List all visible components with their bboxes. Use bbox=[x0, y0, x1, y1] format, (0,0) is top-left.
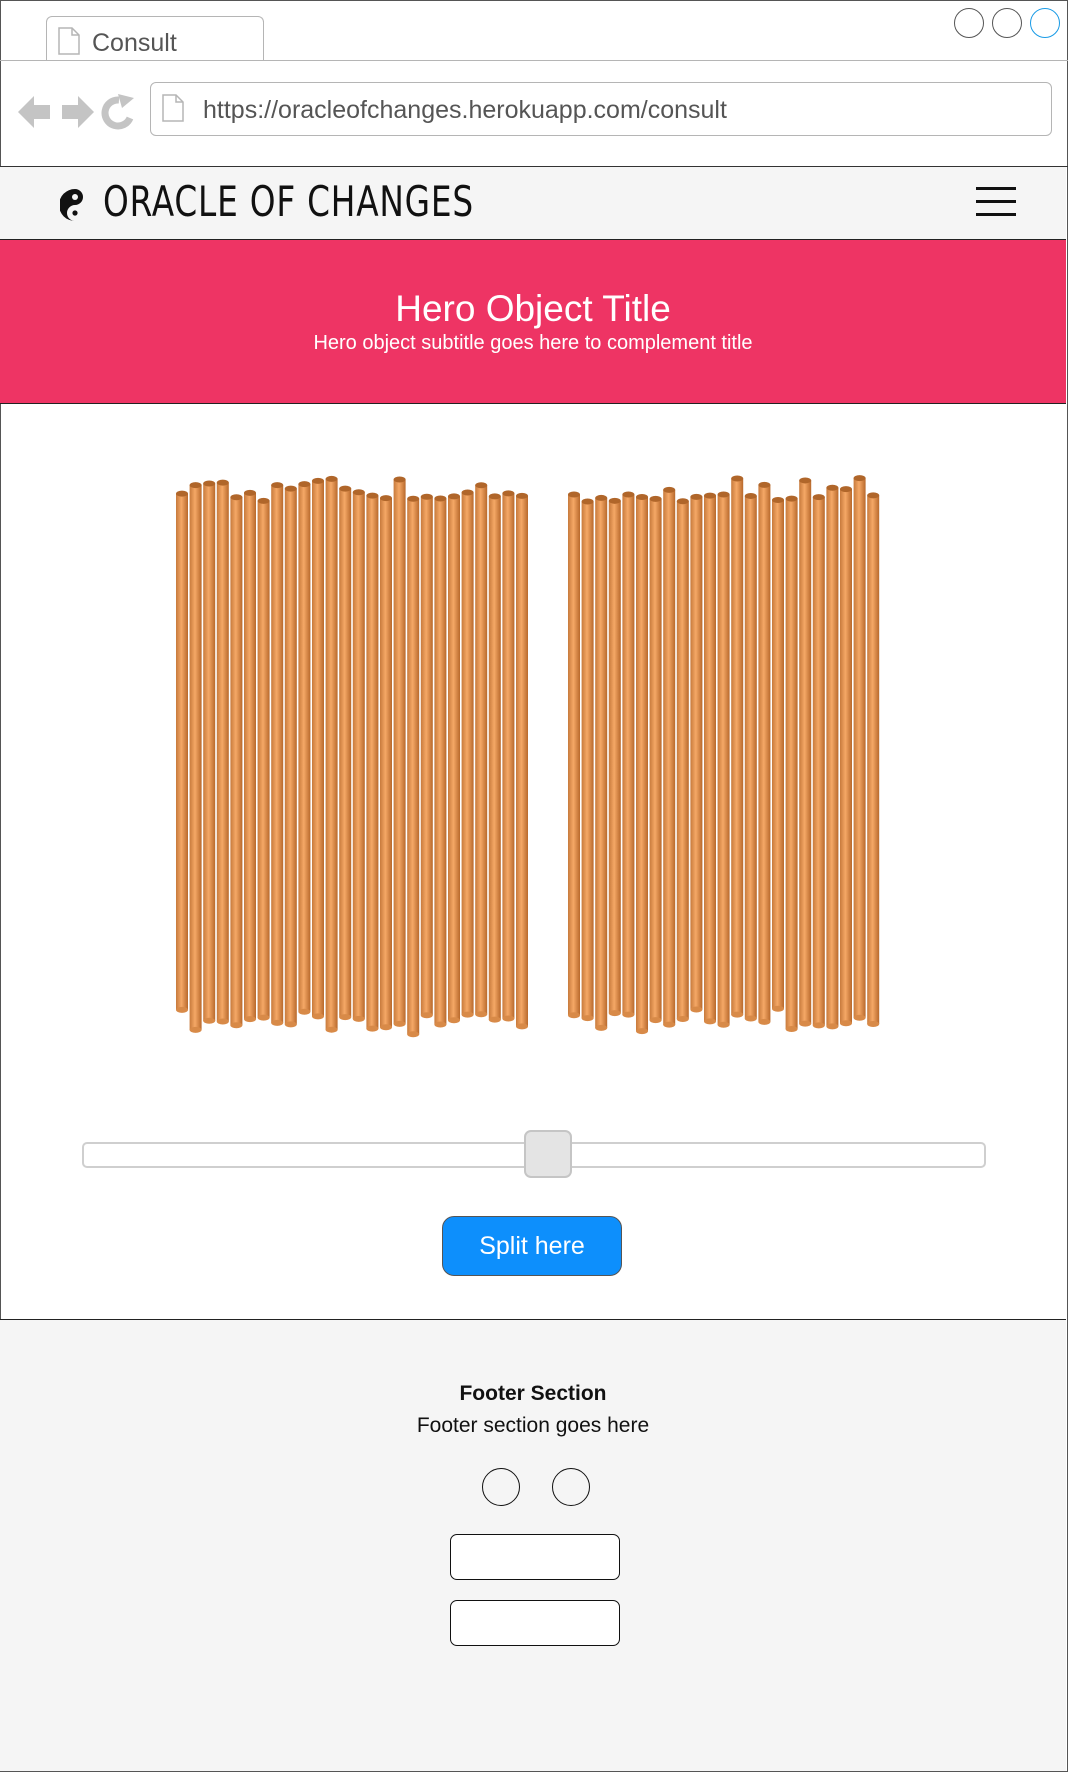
hero-subtitle: Hero object subtitle goes here to comple… bbox=[313, 332, 753, 354]
right-pile-stick bbox=[649, 495, 662, 1024]
left-pile-stick bbox=[380, 495, 392, 1031]
left-pile-stick bbox=[216, 479, 229, 1025]
footer-input-1[interactable] bbox=[450, 1534, 620, 1580]
right-pile-stick bbox=[636, 494, 648, 1035]
left-pile-stick bbox=[393, 476, 406, 1027]
split-here-button[interactable]: Split here bbox=[442, 1216, 622, 1276]
window-button-close[interactable] bbox=[1030, 8, 1060, 38]
left-pile-stick bbox=[189, 482, 202, 1033]
right-pile-stick bbox=[853, 475, 866, 1021]
right-stick-pile[interactable] bbox=[568, 475, 880, 1035]
yarrow-sticks[interactable] bbox=[0, 470, 1068, 1090]
right-pile-stick bbox=[663, 486, 676, 1028]
left-pile-stick bbox=[488, 493, 501, 1023]
left-pile-stick bbox=[271, 482, 284, 1026]
right-pile-stick bbox=[799, 477, 812, 1027]
right-pile-stick bbox=[704, 492, 716, 1025]
address-bar[interactable]: https://oracleofchanges.herokuapp.com/co… bbox=[150, 82, 1052, 136]
left-pile-stick bbox=[339, 485, 352, 1021]
tab-strip-divider bbox=[0, 60, 1068, 61]
yin-yang-icon bbox=[60, 189, 83, 221]
left-stick-pile[interactable] bbox=[176, 475, 528, 1038]
right-pile-stick bbox=[731, 475, 744, 1018]
right-pile-stick bbox=[717, 491, 730, 1028]
right-pile-stick bbox=[758, 481, 771, 1025]
navigation-controls bbox=[18, 94, 134, 130]
left-pile-stick bbox=[407, 495, 420, 1038]
left-pile-stick bbox=[434, 495, 447, 1028]
tab-title: Consult bbox=[92, 29, 177, 57]
right-pile-stick bbox=[568, 491, 580, 1019]
footer-text: Footer section goes here bbox=[416, 1414, 650, 1437]
hamburger-menu-icon[interactable] bbox=[976, 187, 1016, 217]
forward-arrow-icon[interactable] bbox=[62, 96, 94, 128]
right-pile-stick bbox=[690, 493, 703, 1013]
left-pile-stick bbox=[420, 493, 433, 1019]
right-pile-stick bbox=[581, 498, 594, 1022]
left-pile-stick bbox=[284, 485, 297, 1028]
left-pile-stick bbox=[366, 492, 379, 1032]
window-button-maximize[interactable] bbox=[992, 8, 1022, 38]
left-pile-stick bbox=[516, 492, 528, 1030]
left-pile-stick bbox=[475, 482, 488, 1018]
right-pile-stick bbox=[744, 492, 757, 1022]
right-pile-stick bbox=[772, 496, 784, 1012]
right-pile-stick bbox=[867, 492, 880, 1028]
left-pile-stick bbox=[325, 475, 338, 1033]
right-pile-stick bbox=[812, 494, 825, 1029]
left-pile-stick bbox=[203, 480, 216, 1024]
footer-input-2[interactable] bbox=[450, 1600, 620, 1646]
right-pile-stick bbox=[785, 495, 798, 1033]
right-pile-stick bbox=[676, 498, 689, 1022]
page-icon bbox=[162, 94, 184, 122]
left-pile-stick bbox=[448, 493, 460, 1024]
left-pile-stick bbox=[502, 490, 515, 1022]
left-pile-stick bbox=[176, 490, 188, 1013]
right-pile-stick bbox=[595, 494, 608, 1031]
left-pile-stick bbox=[244, 489, 256, 1023]
browser-tab[interactable]: Consult bbox=[46, 16, 264, 61]
left-pile-stick bbox=[312, 477, 324, 1020]
footer: Footer Section Footer section goes here bbox=[0, 1319, 1066, 1771]
social-link-icon-2[interactable] bbox=[552, 1468, 590, 1506]
right-pile-stick bbox=[608, 497, 621, 1017]
window-button-minimize[interactable] bbox=[954, 8, 984, 38]
hero-title: Hero Object Title bbox=[395, 288, 671, 329]
document-icon bbox=[58, 27, 80, 55]
left-pile-stick bbox=[461, 489, 474, 1018]
right-pile-stick bbox=[840, 486, 852, 1027]
hero-banner: Hero Object Title Hero object subtitle g… bbox=[0, 240, 1066, 404]
footer-title: Footer Section bbox=[459, 1382, 607, 1405]
left-pile-stick bbox=[352, 489, 365, 1022]
back-arrow-icon[interactable] bbox=[18, 96, 50, 128]
split-slider-thumb[interactable] bbox=[524, 1130, 572, 1178]
url-text: https://oracleofchanges.herokuapp.com/co… bbox=[203, 96, 727, 124]
social-link-icon-1[interactable] bbox=[482, 1468, 520, 1506]
left-pile-stick bbox=[230, 494, 243, 1029]
brand-name[interactable]: ORACLE OF CHANGES bbox=[103, 177, 474, 226]
left-pile-stick bbox=[298, 481, 311, 1015]
left-pile-stick bbox=[257, 497, 270, 1021]
reload-icon[interactable] bbox=[101, 94, 134, 130]
site-header: ORACLE OF CHANGES bbox=[0, 167, 1066, 240]
right-pile-stick bbox=[826, 484, 839, 1030]
right-pile-stick bbox=[622, 491, 635, 1018]
